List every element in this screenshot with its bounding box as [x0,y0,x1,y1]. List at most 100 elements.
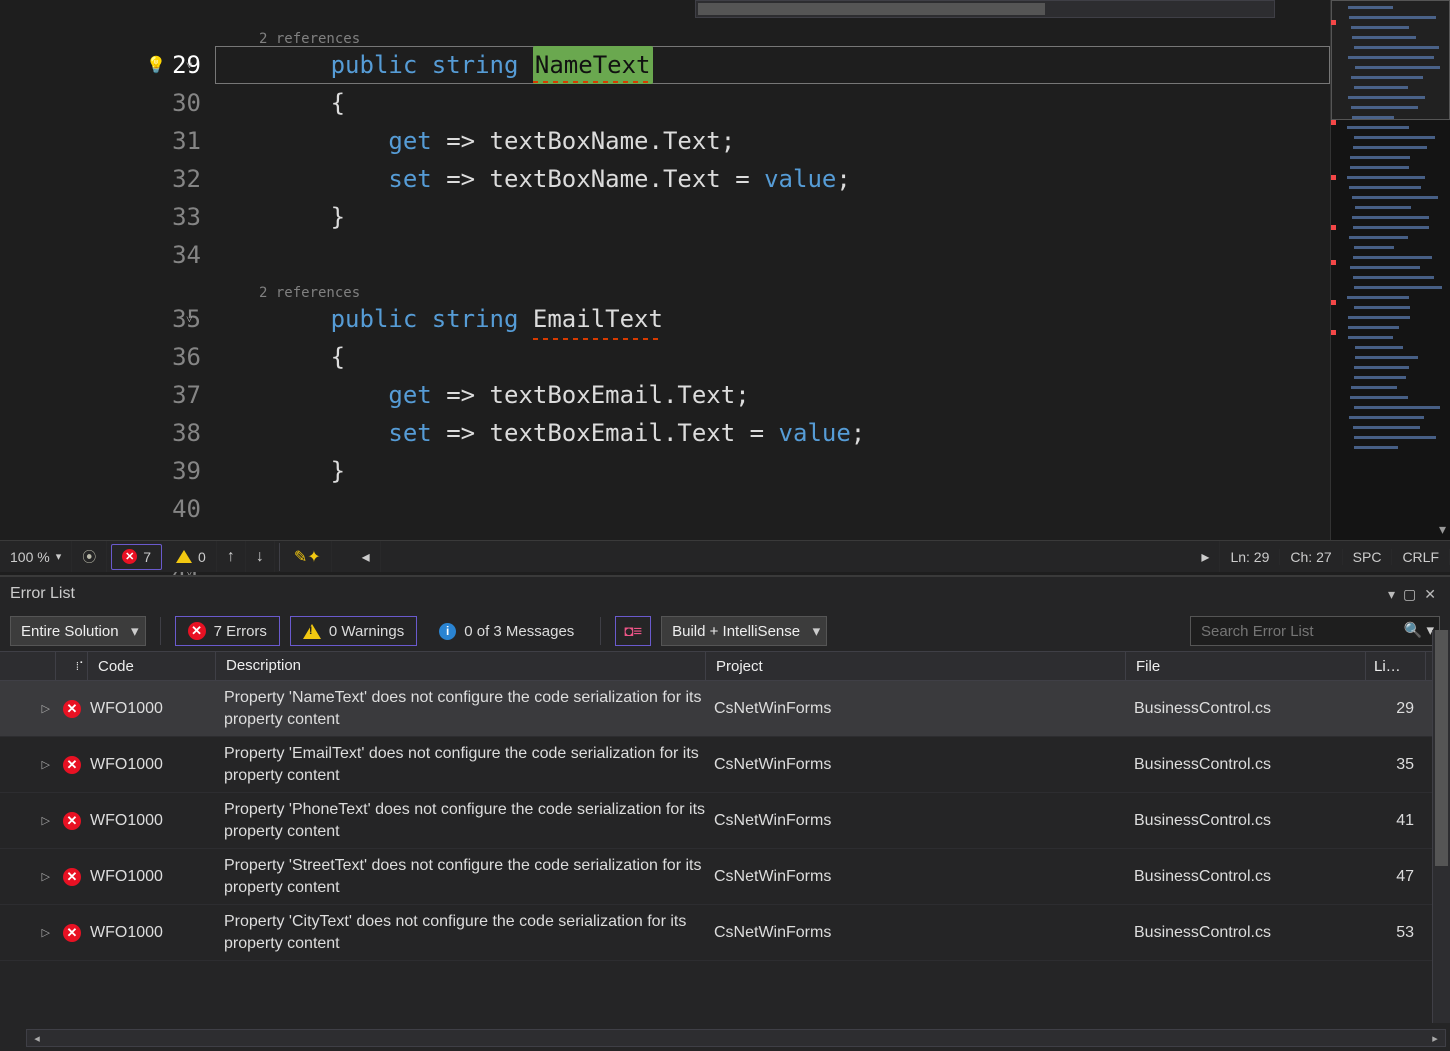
line-number: 38 [172,414,201,452]
error-list-vertical-scrollbar[interactable] [1432,630,1450,1023]
line-ending-mode[interactable]: CRLF [1392,549,1450,565]
messages-filter-label: 0 of 3 Messages [464,623,574,640]
code-line[interactable]: set => textBoxEmail.Text = value; [215,414,1330,452]
error-icon: ✕ [63,868,81,886]
pin-icon[interactable]: ▢ [1399,582,1420,607]
col-code[interactable]: Code [88,652,216,680]
col-severity[interactable]: ⁞⠁ [56,652,88,680]
messages-filter[interactable]: i 0 of 3 Messages [427,616,586,646]
codelens-references[interactable]: 2 references [215,528,1330,540]
error-list-search: 🔍 ▾ [1190,616,1440,646]
error-project: CsNetWinForms [706,756,1126,774]
line-number-gutter: 💡˅293031323334˅353637383940˅41 [0,0,215,540]
error-list-horizontal-scrollbar[interactable]: ◂ ▸ [26,1029,1446,1047]
expand-icon[interactable]: ▷ [42,926,50,939]
clear-filter-button[interactable]: ◘≡ [615,616,651,646]
error-line: 35 [1366,756,1426,774]
code-line[interactable]: set => textBoxName.Text = value; [215,160,1330,198]
code-line[interactable] [215,490,1330,528]
error-code: WFO1000 [88,868,216,886]
codelens-references[interactable]: 2 references [215,274,1330,300]
scroll-right-icon[interactable]: ▸ [1191,541,1220,572]
error-icon: ✕ [63,812,81,830]
warnings-filter-label: 0 Warnings [329,623,404,640]
error-line: 47 [1366,868,1426,886]
caret-line[interactable]: Ln: 29 [1220,549,1280,565]
error-count-box[interactable]: ✕ 7 [111,544,162,570]
scroll-down-icon[interactable]: ▾ [1439,521,1446,538]
error-row[interactable]: ▷✕WFO1000Property 'NameText' does not co… [0,681,1450,737]
zoom-selector[interactable]: 100 %▾ [0,541,72,572]
fold-icon[interactable]: ˅ [186,46,193,84]
error-row[interactable]: ▷✕WFO1000Property 'StreetText' does not … [0,849,1450,905]
minimap[interactable]: ▾ [1330,0,1450,540]
expand-icon[interactable]: ▷ [42,870,50,883]
separator [160,617,161,645]
col-expander[interactable] [0,652,56,680]
search-icon[interactable]: 🔍 ▾ [1404,621,1434,639]
error-code: WFO1000 [88,812,216,830]
error-file: BusinessControl.cs [1126,812,1366,830]
search-input[interactable] [1190,616,1440,646]
error-code: WFO1000 [88,924,216,942]
col-project[interactable]: Project [706,652,1126,680]
line-number: 37 [172,376,201,414]
error-file: BusinessControl.cs [1126,868,1366,886]
close-icon[interactable]: ✕ [1420,582,1440,607]
code-line[interactable]: } [215,198,1330,236]
whitespace-mode[interactable]: SPC [1343,549,1393,565]
separator [600,617,601,645]
scope-selector[interactable]: Entire Solution [10,616,146,646]
expand-icon[interactable]: ▷ [42,758,50,771]
error-line: 29 [1366,700,1426,718]
code-line[interactable]: { [215,84,1330,122]
prev-issue-icon[interactable]: ↑ [217,541,246,572]
code-line[interactable] [215,236,1330,274]
scroll-right-icon[interactable]: ▸ [1425,1032,1445,1045]
error-row[interactable]: ▷✕WFO1000Property 'EmailText' does not c… [0,737,1450,793]
errors-filter[interactable]: ✕ 7 Errors [175,616,280,646]
expand-icon[interactable]: ▷ [42,814,50,827]
dropdown-icon[interactable]: ▾ [1384,582,1399,607]
build-filter-selector[interactable]: Build + IntelliSense [661,616,827,646]
col-line[interactable]: Li… [1366,652,1426,680]
error-list-panel: Error List ▾ ▢ ✕ Entire Solution ✕ 7 Err… [0,575,1450,1051]
cleanup-icon[interactable]: ✎✦ [284,541,332,572]
lightbulb-icon[interactable]: 💡 [146,46,166,84]
warning-count-box[interactable]: 0 [166,541,217,572]
line-number: 31 [172,122,201,160]
warning-icon [303,624,321,639]
col-file[interactable]: File [1126,652,1366,680]
error-list-title-bar: Error List ▾ ▢ ✕ [0,577,1450,611]
error-description: Property 'PhoneText' does not configure … [216,799,706,842]
code-line[interactable]: get => textBoxEmail.Text; [215,376,1330,414]
error-row[interactable]: ▷✕WFO1000Property 'CityText' does not co… [0,905,1450,961]
scope-value: Entire Solution [21,623,119,640]
expand-icon[interactable]: ▷ [42,702,50,715]
scroll-left-icon[interactable]: ◂ [27,1032,47,1045]
code-line[interactable]: } [215,452,1330,490]
code-health-icon[interactable]: ⦿ [72,541,107,572]
codelens-references[interactable]: 2 references [215,20,1330,46]
error-row[interactable]: ▷ ✕ WFO1000Property 'PhoneText' does not c… [0,793,1450,849]
warning-count: 0 [198,549,206,565]
filter-icon: ◘≡ [624,623,642,640]
error-list-toolbar: Entire Solution ✕ 7 Errors 0 Warnings i … [0,611,1450,651]
code-area[interactable]: 2 references public string NameText { ge… [215,0,1330,540]
warnings-filter[interactable]: 0 Warnings [290,616,417,646]
scroll-left-icon[interactable]: ◂ [352,541,381,572]
code-line[interactable]: { [215,338,1330,376]
caret-col[interactable]: Ch: 27 [1280,549,1342,565]
editor-horizontal-scrollbar[interactable] [695,0,1275,18]
code-editor[interactable]: 💡˅293031323334˅353637383940˅41 2 referen… [0,0,1450,540]
errors-filter-label: 7 Errors [214,623,267,640]
code-line[interactable]: public string NameText [215,46,1330,84]
error-icon: ✕ [188,622,206,640]
next-issue-icon[interactable]: ↓ [246,541,275,572]
fold-icon[interactable]: ˅ [186,300,193,338]
code-line[interactable]: get => textBoxName.Text; [215,122,1330,160]
error-code: WFO1000 [88,756,216,774]
code-line[interactable]: public string EmailText [215,300,1330,338]
error-icon: ✕ [63,756,81,774]
col-description[interactable]: Description [216,652,706,680]
